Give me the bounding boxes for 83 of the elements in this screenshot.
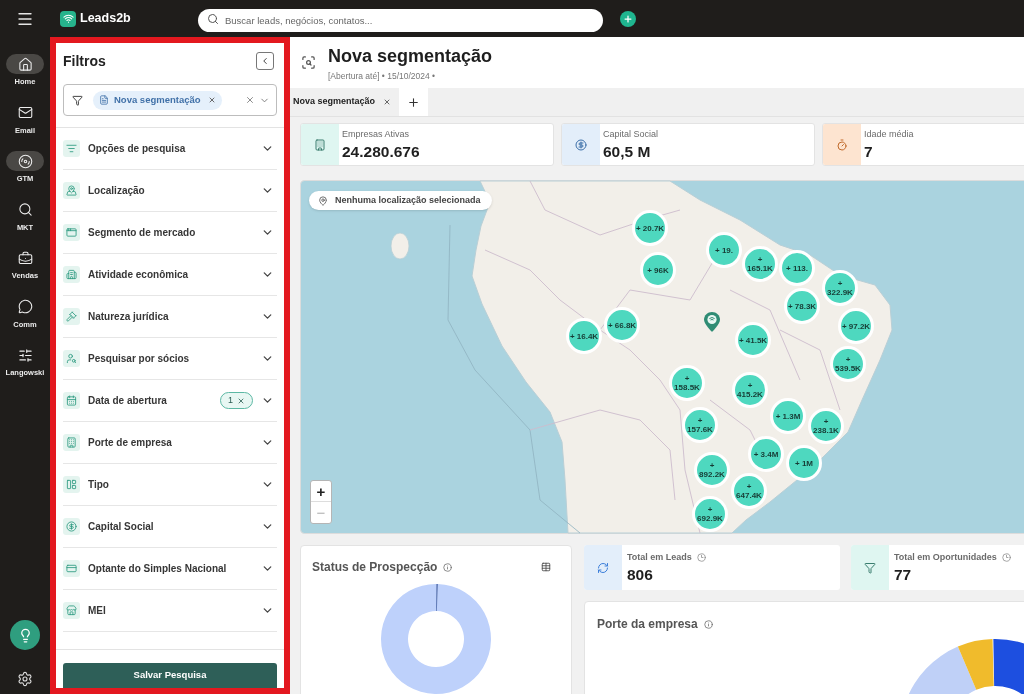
kpi-value: 60,5 M [603, 142, 652, 161]
count-badge[interactable]: 1 [220, 392, 253, 409]
home-icon [17, 56, 33, 72]
building-icon [301, 124, 339, 165]
settings-button[interactable] [16, 670, 34, 688]
kpi-label: Capital Social [603, 128, 659, 140]
mail-icon [17, 105, 33, 120]
segment-tag[interactable]: Nova segmentação [93, 90, 222, 110]
brand-name: Leads2b [80, 10, 131, 28]
refresh-icon [584, 545, 622, 590]
close-icon[interactable] [383, 98, 392, 106]
plus-icon [407, 95, 421, 109]
calendar-icon [63, 392, 80, 409]
store-icon [63, 602, 80, 619]
search-field[interactable]: Buscar leads, negócios, contatos... [198, 9, 603, 32]
zoom-button[interactable]: + [311, 481, 331, 502]
map-pin-icon[interactable] [704, 312, 720, 332]
location-pin-icon [318, 195, 328, 206]
list-filter-icon [63, 140, 80, 157]
collapse-button[interactable] [256, 52, 274, 70]
kpi-value: 7 [864, 142, 874, 161]
clear-icon[interactable] [245, 95, 255, 105]
lightbulb-button[interactable] [10, 620, 40, 650]
magnifier-icon [17, 202, 33, 217]
kpi-label: Idade média [864, 128, 914, 140]
clock-icon [1001, 552, 1011, 562]
funnel-icon [851, 545, 889, 590]
briefcase-icon [17, 250, 33, 266]
card-title: Porte da empresa [597, 616, 698, 633]
user-search-icon [63, 350, 80, 367]
remove-icon [207, 96, 216, 104]
card-icon [63, 560, 80, 577]
chat-bubble-icon [17, 299, 33, 314]
kpi-value: 24.280.676 [342, 142, 420, 161]
panel-title: Filtros [63, 51, 106, 71]
filter-section[interactable]: Data de abertura 1 [63, 380, 277, 422]
filter-section[interactable]: Optante do Simples Nacional [63, 548, 277, 590]
magnifier-icon [301, 55, 316, 70]
info-icon [443, 562, 453, 572]
save-search-button[interactable]: Salvar Pesquisa [63, 663, 277, 688]
chevron-left-icon [260, 56, 270, 66]
filter-section[interactable]: Atividade econômica [63, 254, 277, 296]
page-subtitle: [Abertura até] • 15/10/2024 • [328, 71, 437, 81]
dollar-icon [63, 518, 80, 535]
location-chip[interactable]: Nenhuma localização selecionada [309, 191, 492, 210]
document-icon [99, 95, 109, 105]
kpi-label: Empresas Ativas [342, 128, 411, 140]
gavel-icon [63, 308, 80, 325]
page-title: Nova segmentação [328, 46, 493, 67]
timer-icon [823, 124, 861, 165]
filter-section[interactable]: MEI [63, 590, 277, 632]
add-button[interactable] [620, 10, 636, 27]
building-icon [63, 434, 80, 451]
total-label: Total em Oportunidades [894, 551, 997, 563]
filter-section[interactable]: Porte de empresa [63, 422, 277, 464]
sliders-icon [17, 347, 33, 363]
total-label: Total em Leads [627, 551, 692, 563]
table-icon[interactable] [541, 562, 551, 572]
total-value: 806 [627, 565, 654, 584]
funnel-icon [72, 94, 83, 106]
filter-section[interactable]: Localização [63, 170, 277, 212]
dollar-icon [562, 124, 600, 165]
filter-section[interactable]: Opções de pesquisa [63, 128, 277, 170]
info-icon [703, 619, 713, 629]
window-icon [63, 224, 80, 241]
search-icon [207, 12, 219, 25]
plus-icon [623, 13, 633, 24]
filter-section[interactable]: Capital Social [63, 506, 277, 548]
card-title: Status de Prospecção [312, 559, 438, 576]
clock-icon [696, 552, 706, 562]
segment-select[interactable]: Nova segmentação [63, 84, 277, 116]
filter-section[interactable]: Segmento de mercado [63, 212, 277, 254]
wifi-logo-icon [60, 10, 76, 27]
map-pin-icon [63, 182, 80, 199]
remove-icon [237, 396, 245, 405]
disc-icon [17, 153, 33, 169]
filter-section[interactable]: Natureza jurídica [63, 296, 277, 338]
layout-icon [63, 476, 80, 493]
filter-section[interactable]: Pesquisar por sócios [63, 338, 277, 380]
filter-section[interactable]: Tipo [63, 464, 277, 506]
settings-icon [17, 671, 33, 687]
buildings-icon [63, 266, 80, 283]
total-value: 77 [894, 565, 913, 584]
